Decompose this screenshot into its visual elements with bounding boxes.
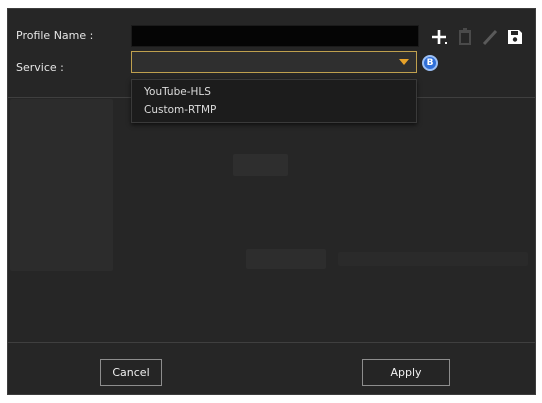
service-select[interactable] xyxy=(131,51,417,73)
profile-name-input[interactable] xyxy=(131,25,419,47)
service-dropdown-list: YouTube-HLS Custom-RTMP xyxy=(131,79,417,123)
option-custom-rtmp[interactable]: Custom-RTMP xyxy=(144,104,216,116)
background-block xyxy=(246,249,326,269)
service-label: Service : xyxy=(16,61,64,74)
footer-divider xyxy=(8,342,535,343)
delete-icon xyxy=(459,28,471,45)
chevron-down-icon[interactable] xyxy=(399,59,409,65)
info-icon[interactable]: B xyxy=(422,55,438,71)
edit-icon xyxy=(482,29,498,46)
background-side-panel xyxy=(10,99,113,271)
apply-button[interactable]: Apply xyxy=(362,359,450,386)
add-icon[interactable] xyxy=(429,27,449,47)
save-icon[interactable] xyxy=(505,27,525,47)
background-block xyxy=(233,154,288,176)
cancel-button[interactable]: Cancel xyxy=(100,359,162,386)
profile-name-label: Profile Name : xyxy=(16,29,94,42)
stream-profile-dialog: Profile Name : Service : B YouTube-HLS C… xyxy=(7,8,536,395)
option-youtube-hls[interactable]: YouTube-HLS xyxy=(144,86,211,98)
background-block xyxy=(338,252,528,266)
